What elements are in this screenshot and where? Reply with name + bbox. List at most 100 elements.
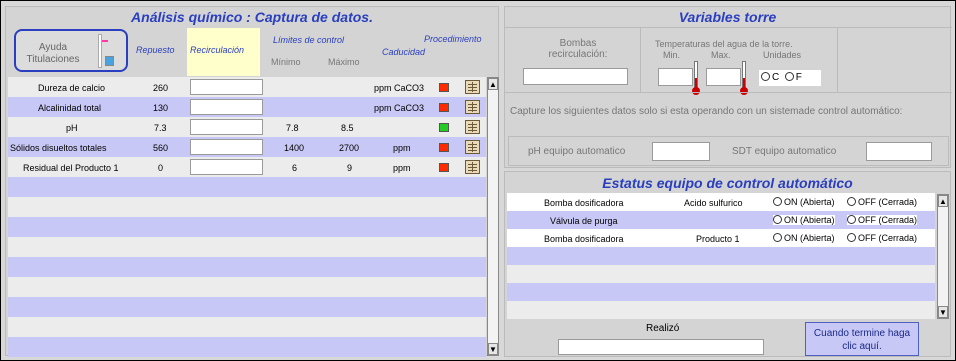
header-recirculacion: Recirculación: [187, 28, 260, 76]
off-option[interactable]: OFF (Cerrada): [847, 197, 918, 207]
min-value: 6: [292, 163, 298, 173]
panel-title: Análisis químico : Captura de datos.: [131, 9, 373, 25]
scroll-up-icon[interactable]: ▲: [488, 78, 498, 90]
left-scrollbar[interactable]: ▲ ▼: [487, 77, 499, 356]
unit-label: ppm: [393, 163, 411, 173]
scroll-down-icon[interactable]: ▼: [938, 306, 948, 318]
auto-inputs-group: pH equipo automatico SDT equipo automati…: [508, 136, 949, 166]
radio-off-icon[interactable]: [847, 197, 856, 206]
status-indicator: [439, 103, 449, 112]
min-label: Min.: [663, 50, 681, 60]
ph-label: pH equipo automatico: [528, 146, 626, 157]
status-indicator: [439, 163, 449, 172]
radio-on-icon[interactable]: [773, 233, 782, 242]
header-caducidad: Caducidad: [382, 47, 426, 57]
status-scrollbar[interactable]: ▲ ▼: [937, 194, 949, 319]
variables-torre-panel: Variables torre Bombas recirculación: Te…: [504, 6, 952, 168]
temperaturas-label: Temperaturas del agua de la torre.: [655, 39, 793, 49]
procedure-book-icon[interactable]: [465, 100, 480, 114]
done-button[interactable]: Cuando termine haga clic aquí.: [805, 322, 919, 356]
scroll-up-icon[interactable]: ▲: [938, 195, 948, 207]
scroll-down-icon[interactable]: ▼: [488, 343, 498, 355]
unit-label: ppm CaCO3: [374, 83, 425, 93]
max-label: Max.: [711, 50, 731, 60]
status-indicator: [439, 123, 449, 132]
recirculacion-input[interactable]: [190, 79, 263, 95]
max-value: 9: [347, 163, 353, 173]
thermometer-icon: [740, 61, 748, 95]
thermometer-icon: [692, 61, 700, 95]
repuesto-value: 7.3: [154, 123, 167, 133]
repuesto-value: 130: [153, 103, 169, 113]
bombas-label: Bombas recirculación:: [548, 38, 608, 60]
header-recirculacion-label: Recirculación: [190, 45, 245, 55]
min-value: 7.8: [286, 123, 299, 133]
ayuda-titulaciones-label: Ayuda Titulaciones: [26, 42, 80, 65]
device-name: Bomba dosificadora: [544, 198, 624, 208]
off-option[interactable]: OFF (Cerrada): [847, 233, 918, 243]
param-name: Sólidos disueltos totales: [10, 143, 107, 153]
unit-c-label: C: [772, 72, 780, 83]
recirculacion-input[interactable]: [190, 159, 263, 175]
param-name: pH: [66, 123, 78, 133]
data-grid: Dureza de calcio 260 ppm CaCO3 Alcalinid…: [8, 77, 486, 357]
recirculacion-input[interactable]: [190, 139, 263, 155]
burette-icon: [96, 34, 118, 68]
unidades-label: Unidades: [763, 50, 802, 60]
temp-max-input[interactable]: [706, 68, 741, 86]
procedure-book-icon[interactable]: [465, 160, 480, 174]
chemical-analysis-panel: Análisis químico : Captura de datos. Ayu…: [5, 6, 499, 357]
recirculacion-input[interactable]: [190, 99, 263, 115]
temp-min-input[interactable]: [658, 68, 693, 86]
header-minimo: Mínimo: [271, 57, 301, 67]
on-option[interactable]: ON (Abierta): [773, 215, 835, 225]
device-name: Bomba dosificadora: [544, 234, 624, 244]
on-option[interactable]: ON (Abierta): [773, 197, 835, 207]
procedure-book-icon[interactable]: [465, 80, 480, 94]
panel-title: Estatus equipo de control automático: [602, 175, 853, 191]
radio-c-icon[interactable]: [761, 72, 770, 81]
min-value: 1400: [284, 143, 305, 153]
product-name: Producto 1: [696, 234, 740, 244]
done-button-label: Cuando termine haga clic aquí.: [813, 328, 911, 352]
instruction-text: Capture los siguientes datos solo si est…: [510, 106, 903, 117]
radio-f-icon[interactable]: [784, 72, 794, 81]
status-grid: Bomba dosificadora Acido sulfurico ON (A…: [507, 193, 935, 319]
max-value: 8.5: [341, 123, 354, 133]
param-name: Alcalinidad total: [38, 103, 102, 113]
estatus-panel: Estatus equipo de control automático Bom…: [504, 171, 951, 357]
procedure-book-icon[interactable]: [465, 140, 480, 154]
header-repuesto: Repuesto: [136, 45, 175, 55]
param-name: Residual del Producto 1: [23, 163, 119, 173]
max-value: 2700: [339, 143, 360, 153]
realizo-label: Realizó: [646, 323, 680, 334]
radio-on-icon[interactable]: [773, 215, 782, 224]
repuesto-value: 0: [158, 163, 164, 173]
app-frame: Análisis químico : Captura de datos. Ayu…: [1, 1, 955, 360]
ph-input[interactable]: [652, 142, 710, 161]
bombas-input[interactable]: [523, 68, 628, 85]
ayuda-titulaciones-button[interactable]: Ayuda Titulaciones: [14, 29, 128, 72]
on-option[interactable]: ON (Abierta): [773, 233, 835, 243]
status-indicator: [439, 143, 449, 152]
radio-on-icon[interactable]: [773, 197, 782, 206]
header-limites: Límites de control: [273, 35, 345, 45]
repuesto-value: 560: [153, 143, 169, 153]
unit-label: ppm: [393, 143, 411, 153]
unit-selector: C F: [759, 70, 821, 86]
header-maximo: Máximo: [328, 57, 360, 67]
sdt-input[interactable]: [866, 142, 932, 161]
unit-label: ppm CaCO3: [374, 103, 425, 113]
radio-off-icon[interactable]: [847, 233, 856, 242]
radio-off-icon[interactable]: [847, 215, 856, 224]
realizo-input[interactable]: [558, 339, 764, 355]
header-procedimiento: Procedimiento: [424, 34, 482, 44]
device-name: Válvula de purga: [550, 216, 618, 226]
param-name: Dureza de calcio: [38, 83, 106, 93]
off-option[interactable]: OFF (Cerrada): [847, 215, 918, 225]
recirculacion-input[interactable]: [190, 119, 263, 135]
sdt-label: SDT equipo automatico: [732, 146, 837, 157]
status-indicator: [439, 83, 449, 92]
procedure-book-icon[interactable]: [465, 120, 480, 134]
panel-title: Variables torre: [678, 9, 777, 25]
